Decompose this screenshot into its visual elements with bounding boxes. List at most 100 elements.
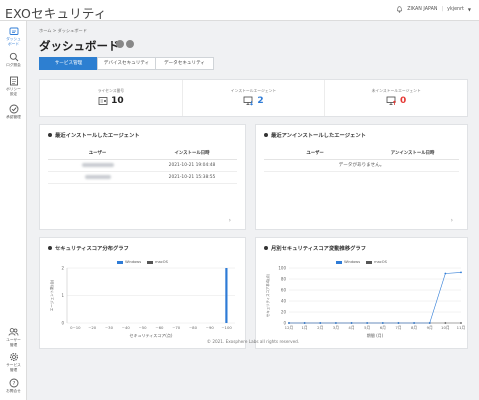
user-name[interactable]: ykjenrt <box>447 7 464 12</box>
recent-install-card: 最近インストールしたエージェント ユーザー インストール日時 2021-10-2… <box>39 124 246 230</box>
data-point <box>460 271 462 274</box>
user-area: ZIKAN JAPAN | ykjenrt ▼ <box>396 6 471 13</box>
data-point <box>319 322 322 324</box>
x-tick-label: ~100 <box>221 325 232 330</box>
sidebar: ダッシュ ボード ログ照会 ポリシー 設定 承認管理 ユーザー 管理 サービス … <box>0 21 27 400</box>
data-point <box>350 322 353 324</box>
stat-value: 2 <box>257 96 264 106</box>
tab-service-management[interactable]: サービス管理 <box>39 57 98 70</box>
monitor-upload-icon <box>386 96 397 105</box>
top-bar: EXOセキュリティ ZIKAN JAPAN | ykjenrt ▼ <box>0 0 479 21</box>
table-row[interactable]: 2021-10-21 15:38:55 <box>48 172 237 184</box>
tab-bar: サービス管理 デバイスセキュリティ データセキュリティ <box>39 57 214 70</box>
data-point <box>381 322 384 324</box>
x-tick-label: 10月 <box>441 325 450 330</box>
x-tick-label: 2月 <box>317 325 323 330</box>
x-tick-label: ~90 <box>206 325 215 330</box>
dashboard-icon <box>9 27 18 35</box>
sidebar-item-contact[interactable]: ? お問合せ <box>0 378 27 394</box>
sidebar-item-users[interactable]: ユーザー 管理 <box>0 327 27 347</box>
column-header: ユーザー <box>88 151 107 156</box>
sidebar-item-approval[interactable]: 承認管理 <box>0 104 27 120</box>
x-tick-label: 1月 <box>302 325 308 330</box>
check-icon <box>9 104 18 114</box>
chevron-down-icon[interactable]: ▼ <box>468 7 471 12</box>
y-tick-label: 40 <box>281 299 287 304</box>
table-row[interactable]: 2021-10-21 19:04:48 <box>48 160 237 172</box>
bullet-icon <box>48 133 52 137</box>
x-tick-label: ~70 <box>172 325 181 330</box>
y-tick-label: 60 <box>281 288 287 293</box>
y-tick-label: 1 <box>61 293 64 298</box>
redacted-user <box>84 174 111 179</box>
x-tick-label: ~20 <box>88 325 97 330</box>
column-header: アンインストール日時 <box>390 151 435 156</box>
score-distribution-chart: 0 1 2 0~10 ~20 ~30 ~40 ~50 ~60 ~70 ~80 ~90 ~100 セキュリテ… <box>49 266 235 338</box>
column-header: ユーザー <box>306 151 324 156</box>
stat-installed: インストールエージェント 2 <box>183 80 326 116</box>
sidebar-item-label: ボード <box>7 41 20 46</box>
data-point <box>335 322 337 324</box>
sidebar-item-label: 設定 <box>9 91 18 96</box>
users-icon <box>8 328 19 336</box>
x-tick-label: ~40 <box>122 325 131 330</box>
stat-label: インストールエージェント <box>230 88 277 93</box>
data-point <box>460 322 462 324</box>
score-distribution-card: セキュリティスコア分布グラフ Windows macOS 0 1 2 0~10 ~20 ~… <box>39 237 246 349</box>
stats-card: ライセンス番号 10 インストールエージェント 2 未インストールエージェント … <box>39 79 468 117</box>
x-tick-label: 9月 <box>427 325 433 330</box>
stat-value: 10 <box>111 96 124 106</box>
gear-icon <box>9 352 18 362</box>
settings-icon[interactable] <box>126 40 134 48</box>
sidebar-item-label: お問合せ <box>6 389 21 393</box>
stat-label: 未インストールエージェント <box>371 88 421 93</box>
x-axis-label: セキュリティスコア(点) <box>130 332 173 338</box>
tab-device-security[interactable]: デバイスセキュリティ <box>97 57 156 70</box>
sidebar-item-dashboard[interactable]: ダッシュ ボード <box>0 27 27 46</box>
bullet-icon <box>264 133 268 137</box>
x-axis-label: 期間 (月) <box>367 332 384 338</box>
svg-text:?: ? <box>12 381 15 387</box>
sidebar-item-label: 管理 <box>9 367 18 372</box>
tab-data-security[interactable]: データセキュリティ <box>155 57 214 70</box>
sidebar-item-log[interactable]: ログ照会 <box>0 52 27 68</box>
license-icon <box>98 97 108 105</box>
x-tick-label: 4月 <box>348 325 354 330</box>
x-tick-label: 12月 <box>285 325 294 330</box>
y-axis-label: セキュリティスコア平均(点) <box>265 273 270 317</box>
data-point <box>366 322 369 324</box>
x-tick-label: ~80 <box>189 325 198 330</box>
chevron-right-icon[interactable]: › <box>451 217 453 224</box>
x-tick-label: ~30 <box>105 325 114 330</box>
monitor-download-icon <box>243 96 254 106</box>
main-content: ホーム > ダッシュボード ダッシュボード サービス管理 デバイスセキュリティ … <box>27 21 479 400</box>
card-title: 最近インストールしたエージェント <box>48 131 140 139</box>
bell-icon[interactable] <box>396 6 403 13</box>
sidebar-item-policy[interactable]: ポリシー 設定 <box>0 76 27 96</box>
x-tick-label: 5月 <box>364 325 370 330</box>
refresh-icon[interactable] <box>116 40 124 48</box>
column-header: インストール日時 <box>174 151 210 156</box>
monthly-score-chart: 02040608010012月 1月 2月 3月 4月 5月 6月 7月 8月 9月 10月 11月期… <box>265 266 466 339</box>
stat-value: 0 <box>400 96 407 106</box>
footer: © 2021. Exosphere Labs all rights reserv… <box>206 339 300 344</box>
divider: | <box>441 7 444 12</box>
install-date: 2021-10-21 19:04:48 <box>168 163 216 168</box>
data-point <box>288 322 290 324</box>
x-tick-label: 0~10 <box>70 325 81 330</box>
table-header: ユーザー インストール日時 <box>48 148 237 160</box>
data-point <box>444 272 447 275</box>
recent-install-table: ユーザー インストール日時 2021-10-21 19:04:48 2021-1… <box>48 148 237 184</box>
x-tick-label: 8月 <box>411 325 417 330</box>
x-tick-label: 3月 <box>333 325 339 330</box>
chevron-right-icon[interactable]: › <box>229 217 231 224</box>
x-tick-label: ~50 <box>139 325 148 330</box>
x-tick-label: 6月 <box>380 325 386 330</box>
y-tick-label: 20 <box>281 310 287 315</box>
app-logo[interactable]: EXOセキュリティ <box>5 3 107 22</box>
monthly-score-card: 月別セキュリティスコア変動推移グラフ Windows macOS 0 20 40 60… <box>255 237 468 349</box>
policy-icon <box>9 76 18 86</box>
recent-uninstall-card: 最近アンインストールしたエージェント ユーザー アンインストール日時 データがあ… <box>255 124 468 230</box>
data-point <box>397 322 400 324</box>
sidebar-item-service[interactable]: サービス 管理 <box>0 352 27 372</box>
